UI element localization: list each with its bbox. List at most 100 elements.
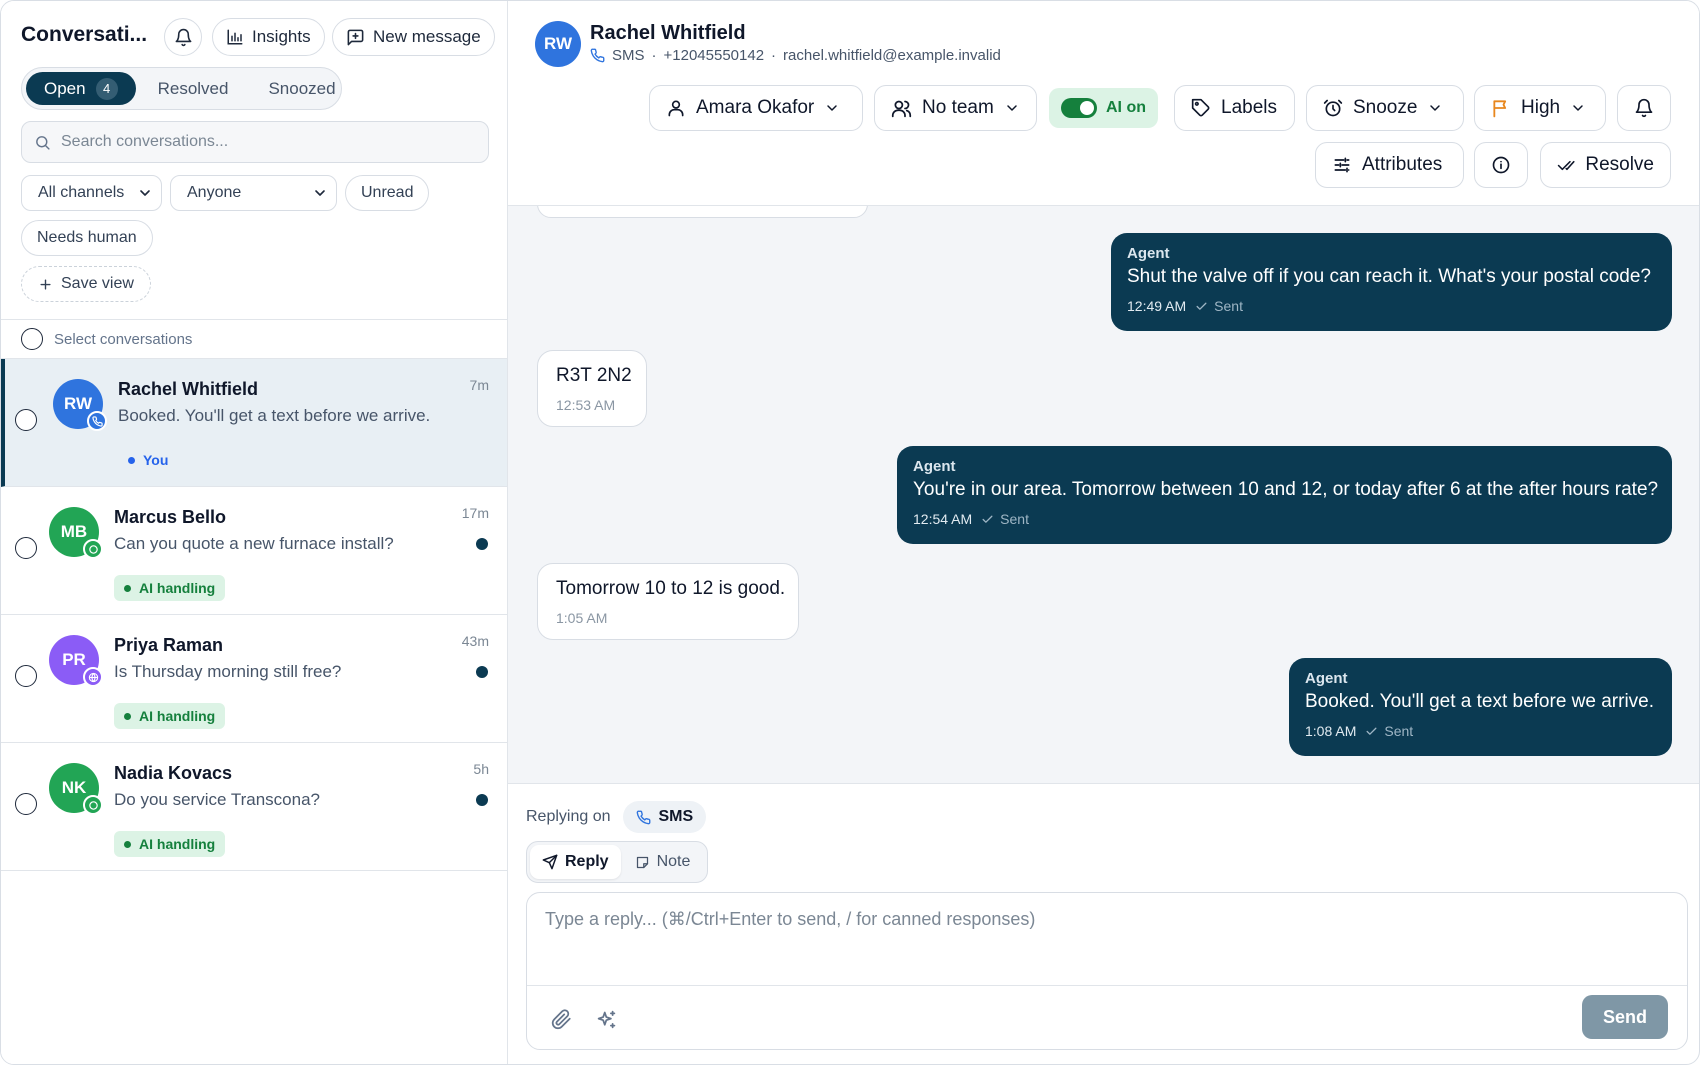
conversation-item[interactable]: RW Rachel Whitfield Booked. You'll get a…	[1, 359, 507, 487]
tab-open[interactable]: Open 4	[26, 72, 136, 105]
ai-assist-button[interactable]	[592, 1005, 620, 1033]
contact-email: rachel.whitfield@example.invalid	[783, 47, 1001, 64]
dot-icon	[124, 712, 131, 720]
conversation-name: Rachel Whitfield	[118, 379, 259, 399]
save-view-button[interactable]: Save view	[21, 266, 151, 302]
user-icon	[668, 100, 684, 117]
ai-toggle-label: AI on	[1106, 99, 1146, 116]
reply-composer: Send	[526, 892, 1688, 1050]
priority-value: High	[1521, 97, 1561, 118]
message-text: Booked. You'll get a text before we arri…	[1305, 691, 1655, 712]
assignee-tag-label: You	[143, 452, 169, 468]
resolve-button[interactable]: Resolve	[1540, 142, 1671, 188]
new-message-button[interactable]: New message	[332, 18, 495, 56]
snooze-label: Snooze	[1353, 97, 1418, 118]
reply-channel-row: Replying on SMS	[526, 801, 707, 833]
note-icon	[636, 856, 648, 868]
save-view-label: Save view	[61, 275, 134, 292]
conversation-preview: Is Thursday morning still free?	[114, 662, 342, 681]
notifications-button[interactable]	[164, 18, 202, 56]
message-bubble-partial	[537, 206, 868, 218]
page-title: Conversati...	[21, 23, 148, 46]
message-text: Tomorrow 10 to 12 is good.	[556, 578, 786, 599]
unread-indicator	[476, 794, 488, 806]
message-sender: Agent	[1305, 670, 1348, 687]
search-input[interactable]	[61, 133, 461, 151]
reply-channel-selector[interactable]: SMS	[622, 801, 707, 833]
conversation-checkbox[interactable]	[15, 793, 37, 815]
phone-icon	[636, 810, 650, 824]
team-dropdown[interactable]: No team	[874, 85, 1037, 131]
customer-message: R3T 2N2 12:53 AM	[537, 350, 647, 427]
agent-message: Agent Booked. You'll get a text before w…	[1289, 658, 1672, 756]
check-icon	[982, 515, 993, 523]
priority-dropdown[interactable]: High	[1474, 85, 1606, 131]
agent-message: Agent You're in our area. Tomorrow betwe…	[897, 446, 1672, 544]
insights-button[interactable]: Insights	[212, 18, 325, 56]
conversation-checkbox[interactable]	[15, 409, 37, 431]
tab-note[interactable]: Note	[623, 845, 703, 879]
avatar-initials: MB	[60, 522, 88, 541]
conversation-view: RW Rachel Whitfield SMS · +12045550142 ·…	[508, 1, 1699, 1064]
composer-mode-tabs: Reply Note	[526, 841, 708, 883]
dot-icon	[124, 584, 131, 592]
open-count-badge: 4	[95, 77, 118, 100]
conversation-item[interactable]: MB Marcus Bello Can you quote a new furn…	[1, 487, 507, 615]
tab-snoozed[interactable]: Snoozed	[250, 72, 353, 105]
subscribe-button[interactable]	[1617, 85, 1671, 131]
message-time: 1:05 AM	[556, 610, 608, 626]
conversation-checkbox[interactable]	[15, 665, 37, 687]
conversation-preview: Do you service Transcona?	[114, 790, 320, 809]
contact-avatar: RW	[535, 21, 581, 67]
attributes-button[interactable]: Attributes	[1315, 142, 1464, 188]
message-status: Sent	[981, 511, 1029, 527]
message-sender: Agent	[1127, 245, 1170, 262]
labels-button[interactable]: Labels	[1174, 85, 1295, 131]
tag-icon	[1191, 98, 1210, 117]
ai-handling-tag: AI handling	[114, 575, 226, 601]
status-tabs: Open 4 Resolved Snoozed	[21, 67, 342, 110]
needs-human-filter-chip[interactable]: Needs human	[21, 220, 153, 256]
assignee-filter-select[interactable]: Anyone	[170, 175, 337, 211]
tab-resolved[interactable]: Resolved	[140, 72, 247, 105]
paperclip-icon	[551, 1008, 571, 1029]
reply-input[interactable]	[527, 893, 1687, 986]
double-check-icon	[1557, 160, 1575, 170]
phone-icon	[590, 48, 605, 63]
message-text: Shut the valve off if you can reach it. …	[1127, 266, 1651, 287]
dot-icon	[124, 840, 131, 848]
conversation-item[interactable]: PR Priya Raman Is Thursday morning still…	[1, 615, 507, 743]
contact-meta: SMS · +12045550142 · rachel.whitfield@ex…	[590, 47, 1001, 64]
info-button[interactable]	[1474, 142, 1528, 188]
unread-filter-chip[interactable]: Unread	[345, 175, 430, 211]
ai-toggle[interactable]: AI on	[1049, 88, 1158, 128]
chevron-down-icon	[827, 105, 837, 111]
message-thread: Agent Shut the valve off if you can reac…	[508, 206, 1699, 784]
bar-chart-icon	[227, 29, 243, 45]
channel-filter-select[interactable]: All channels	[21, 175, 162, 211]
agent-message: Agent Shut the valve off if you can reac…	[1111, 233, 1672, 331]
tab-reply[interactable]: Reply	[530, 845, 621, 879]
tab-reply-label: Reply	[565, 853, 609, 870]
assignee-dropdown[interactable]: Amara Okafor	[649, 85, 863, 131]
avatar: PR	[49, 635, 103, 687]
sliders-icon	[1334, 157, 1350, 173]
select-all-checkbox[interactable]	[21, 328, 43, 350]
conversation-checkbox[interactable]	[15, 537, 37, 559]
conversation-preview: Booked. You'll get a text before we arri…	[118, 406, 431, 425]
snooze-dropdown[interactable]: Snooze	[1306, 85, 1464, 131]
conversation-time: 7m	[469, 377, 489, 393]
assignee-value: Amara Okafor	[696, 97, 815, 118]
attributes-label: Attributes	[1362, 154, 1443, 175]
conversation-time: 5h	[473, 761, 489, 777]
attach-button[interactable]	[547, 1005, 575, 1033]
message-meta: 12:49 AM Sent	[1127, 298, 1656, 314]
send-button[interactable]: Send	[1582, 995, 1668, 1039]
plus-icon	[40, 278, 51, 290]
resolve-label: Resolve	[1585, 154, 1654, 175]
users-icon	[891, 100, 912, 117]
app-window: Conversati... Insights New message Open …	[0, 0, 1700, 1065]
conversation-name: Nadia Kovacs	[114, 763, 233, 783]
conversation-item[interactable]: NK Nadia Kovacs Do you service Transcona…	[1, 743, 507, 871]
customer-message: Tomorrow 10 to 12 is good. 1:05 AM	[537, 563, 799, 640]
